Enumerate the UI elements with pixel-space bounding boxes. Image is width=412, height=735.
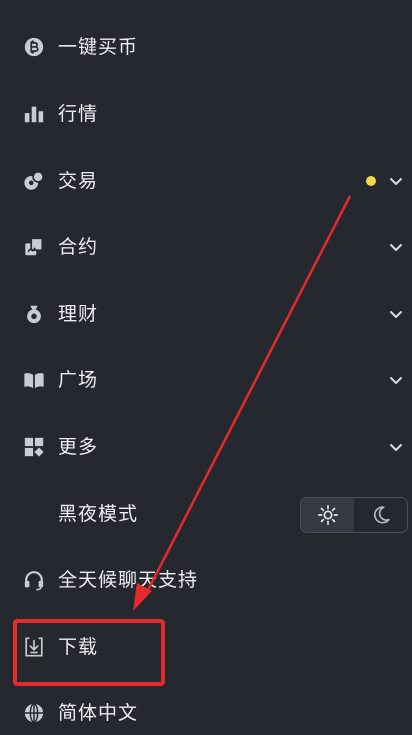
menu-item-label: 全天候聊天支持 — [58, 569, 199, 591]
notification-dot — [366, 176, 376, 186]
menu-item-label: 黑夜模式 — [58, 503, 139, 525]
light-mode-option[interactable] — [301, 498, 354, 532]
menu-item-language[interactable]: 简体中文 — [0, 688, 412, 735]
bitcoin-icon — [22, 35, 46, 59]
menu-item-label: 交易 — [58, 170, 99, 192]
moon-icon — [373, 506, 390, 524]
menu-item-label: 广场 — [58, 369, 99, 391]
menu-item-dark-mode: 黑夜模式 — [0, 489, 412, 539]
bar-chart-icon — [22, 102, 46, 126]
menu-item-label: 行情 — [58, 103, 99, 125]
sun-icon — [317, 505, 338, 525]
chevron-down-icon[interactable] — [388, 439, 404, 455]
menu-item-label: 更多 — [58, 436, 99, 458]
menu-item-futures[interactable]: 合约 — [0, 222, 412, 272]
headset-icon — [22, 568, 46, 592]
chevron-down-icon[interactable] — [388, 173, 404, 189]
annotation-highlight-box — [13, 619, 165, 686]
chevron-down-icon[interactable] — [388, 372, 404, 388]
menu-item-support[interactable]: 全天候聊天支持 — [0, 555, 412, 605]
menu-item-label: 理财 — [58, 303, 99, 325]
menu-item-finance[interactable]: 理财 — [0, 289, 412, 339]
futures-icon — [22, 235, 46, 259]
grid-icon — [22, 435, 46, 459]
menu-item-square[interactable]: 广场 — [0, 355, 412, 405]
menu-item-buy-crypto[interactable]: 一键买币 — [0, 22, 412, 72]
chevron-down-icon[interactable] — [388, 239, 404, 255]
menu-item-more[interactable]: 更多 — [0, 422, 412, 472]
dark-mode-option[interactable] — [354, 498, 407, 532]
money-bag-icon — [22, 302, 46, 326]
menu-item-markets[interactable]: 行情 — [0, 89, 412, 139]
theme-toggle[interactable] — [300, 497, 408, 533]
book-icon — [22, 368, 46, 392]
chevron-down-icon[interactable] — [388, 306, 404, 322]
menu-item-label: 一键买币 — [58, 36, 139, 58]
globe-icon — [22, 701, 46, 725]
menu-item-label: 合约 — [58, 236, 99, 258]
menu-item-label: 简体中文 — [58, 702, 139, 724]
menu-item-trade[interactable]: 交易 — [0, 156, 412, 206]
trade-coins-icon — [22, 169, 46, 193]
